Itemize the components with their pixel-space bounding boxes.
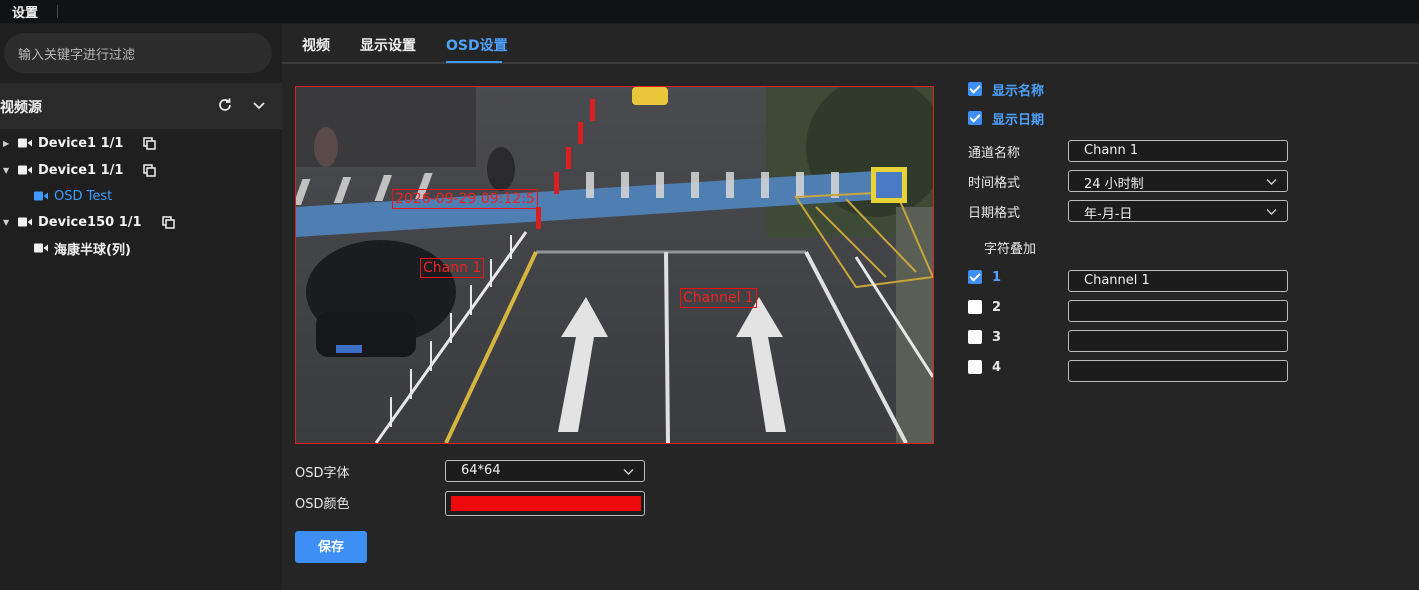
- settings-tabs: 视频 显示设置 OSD设置: [282, 24, 1419, 64]
- overlay-1-input[interactable]: Channel 1: [1068, 270, 1288, 292]
- collapse-arrow-icon[interactable]: ▼: [3, 218, 13, 227]
- time-format-value: 24 小时制: [1084, 177, 1144, 192]
- overlay-3-number: 3: [992, 329, 1002, 345]
- tree-item-osd-test[interactable]: OSD Test: [34, 185, 112, 207]
- show-date-row[interactable]: 显示日期: [968, 109, 1045, 128]
- overlay-2-checkbox[interactable]: [968, 300, 982, 314]
- camera-icon: [18, 165, 32, 175]
- title-bar: 设置: [0, 0, 1419, 24]
- chevron-down-icon: [623, 469, 634, 475]
- time-format-label: 时间格式: [968, 176, 1021, 191]
- tree-item-label: Device1 1/1: [38, 162, 124, 178]
- channel-name-value: Chann 1: [1084, 143, 1139, 158]
- overlay-row-3[interactable]: 3: [968, 328, 1001, 346]
- osd-color-picker[interactable]: [445, 491, 645, 516]
- date-format-label: 日期格式: [968, 206, 1021, 221]
- overlay-3-input[interactable]: [1068, 330, 1288, 352]
- tab-osd-settings[interactable]: OSD设置: [446, 35, 508, 55]
- show-date-label: 显示日期: [992, 112, 1045, 128]
- camera-icon: [18, 217, 32, 227]
- tree-item-hikvision-dome[interactable]: 海康半球(列): [34, 237, 131, 259]
- tree-item-label: Device150 1/1: [38, 214, 142, 230]
- overlay-4-input[interactable]: [1068, 360, 1288, 382]
- osd-font-value: 64*64: [461, 463, 501, 478]
- road-scene-image: [296, 87, 933, 443]
- collapse-arrow-icon[interactable]: ▼: [3, 166, 13, 175]
- osd-date-overlay[interactable]: 2026-09-29 09:12:5: [392, 189, 538, 209]
- osd-font-select[interactable]: 64*64: [445, 460, 645, 482]
- overlay-title: 字符叠加: [984, 242, 1037, 257]
- tree-item-label: OSD Test: [54, 188, 113, 204]
- camera-icon: [18, 138, 32, 148]
- tab-video[interactable]: 视频: [302, 35, 330, 55]
- date-format-select[interactable]: 年-月-日: [1068, 200, 1288, 222]
- overlay-1-value: Channel 1: [1084, 273, 1150, 288]
- show-name-label: 显示名称: [992, 83, 1045, 99]
- overlay-row-1[interactable]: 1: [968, 268, 1001, 286]
- camera-icon: [34, 191, 48, 201]
- copy-icon[interactable]: [143, 136, 157, 150]
- sidebar: 输入关键字进行过滤 视频源 ▶ Device1 1/1 ▼ Device1 1/…: [0, 24, 282, 590]
- show-name-checkbox[interactable]: [968, 82, 982, 96]
- overlay-1-checkbox[interactable]: [968, 270, 982, 284]
- tree-item-device1-a[interactable]: ▶ Device1 1/1: [3, 132, 157, 154]
- time-format-select[interactable]: 24 小时制: [1068, 170, 1288, 192]
- video-preview[interactable]: 2026-09-29 09:12:5 Chann 1 Channel 1: [295, 86, 934, 444]
- osd-color-swatch: [451, 496, 641, 511]
- channel-name-label: 通道名称: [968, 146, 1021, 161]
- osd-font-label: OSD字体: [295, 466, 350, 481]
- show-date-checkbox[interactable]: [968, 111, 982, 125]
- tab-display-settings[interactable]: 显示设置: [360, 35, 416, 55]
- overlay-1-number: 1: [992, 269, 1002, 285]
- title-divider: [57, 5, 58, 18]
- search-placeholder: 输入关键字进行过滤: [18, 48, 136, 63]
- overlay-3-checkbox[interactable]: [968, 330, 982, 344]
- channel-name-input[interactable]: Chann 1: [1068, 140, 1288, 162]
- overlay-row-4[interactable]: 4: [968, 358, 1001, 376]
- video-source-title: 视频源: [0, 100, 42, 116]
- copy-icon[interactable]: [143, 163, 157, 177]
- osd-color-label: OSD颜色: [295, 497, 350, 512]
- osd-text-overlay-1[interactable]: Channel 1: [680, 288, 757, 308]
- search-input[interactable]: 输入关键字进行过滤: [4, 33, 272, 73]
- video-source-header: 视频源: [0, 83, 282, 129]
- date-format-value: 年-月-日: [1084, 207, 1133, 222]
- camera-icon: [34, 243, 48, 253]
- save-button[interactable]: 保存: [295, 531, 367, 563]
- overlay-2-input[interactable]: [1068, 300, 1288, 322]
- overlay-4-checkbox[interactable]: [968, 360, 982, 374]
- expand-arrow-icon[interactable]: ▶: [3, 139, 13, 148]
- overlay-2-number: 2: [992, 299, 1002, 315]
- copy-icon[interactable]: [161, 215, 175, 229]
- show-name-row[interactable]: 显示名称: [968, 80, 1045, 99]
- window-title: 设置: [12, 6, 39, 21]
- refresh-icon[interactable]: [216, 96, 234, 114]
- tree-item-device150[interactable]: ▼ Device150 1/1: [3, 211, 175, 233]
- tree-item-label: Device1 1/1: [38, 135, 124, 151]
- overlay-row-2[interactable]: 2: [968, 298, 1001, 316]
- active-tab-indicator: [446, 61, 502, 63]
- chevron-down-icon: [1266, 179, 1277, 185]
- tree-item-label: 海康半球(列): [54, 242, 131, 258]
- overlay-4-number: 4: [992, 359, 1002, 375]
- tree-item-device1-b[interactable]: ▼ Device1 1/1: [3, 159, 157, 181]
- chevron-down-icon[interactable]: [250, 96, 268, 114]
- chevron-down-icon: [1266, 209, 1277, 215]
- osd-name-overlay[interactable]: Chann 1: [420, 258, 485, 278]
